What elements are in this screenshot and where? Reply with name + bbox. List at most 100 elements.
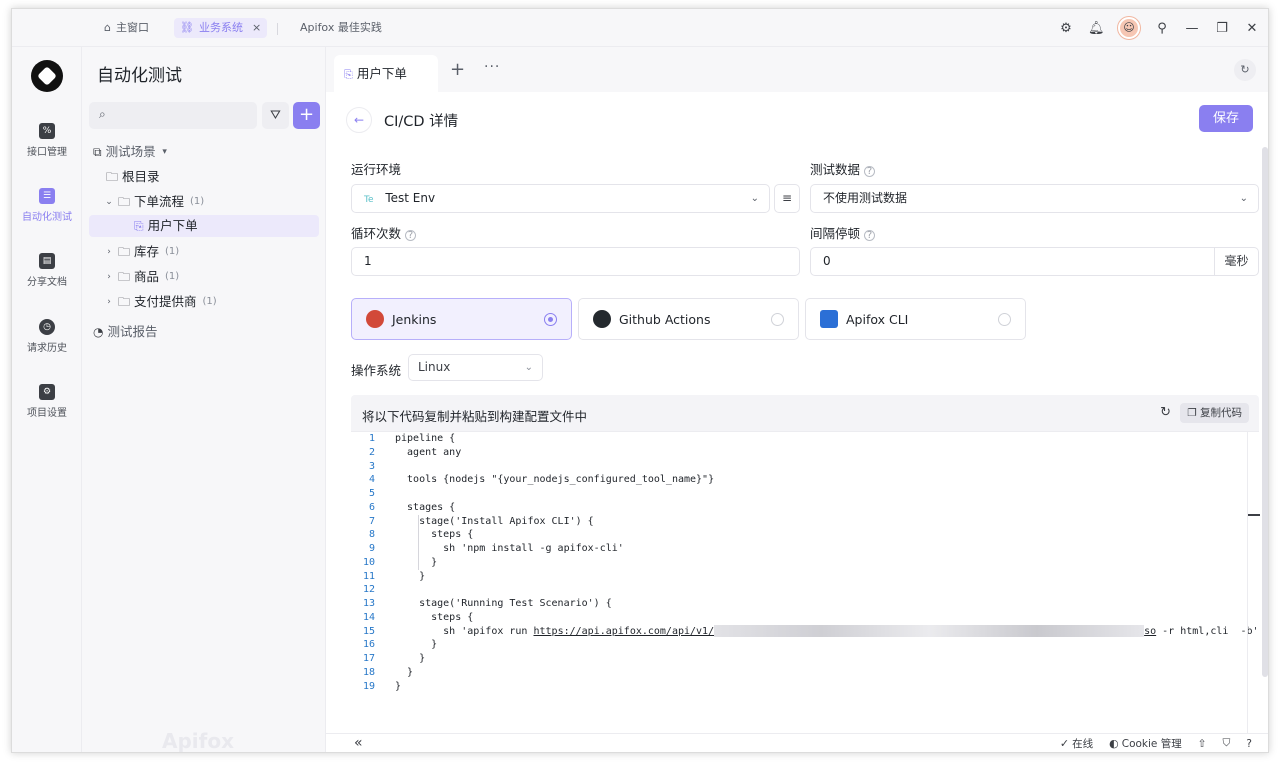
window-controls: ⚙ 🔔︎ ☺ ⚲ — ❐ ✕ (1058, 17, 1260, 39)
interval-label: 间隔停顿? (810, 223, 876, 242)
refresh-icon[interactable]: ↻ (1234, 59, 1256, 81)
window-tab-best-practice[interactable]: Apifox 最佳实践 (294, 18, 388, 38)
save-button[interactable]: 保存 (1199, 105, 1253, 132)
gear-icon[interactable]: ⚙ (1058, 21, 1074, 36)
code-line: 4 tools {nodejs "{your_nodejs_configured… (368, 474, 715, 486)
code-line: 10 } (362, 556, 438, 568)
minimize-icon[interactable]: — (1184, 21, 1200, 36)
main-panel: ⎘ 用户下单 + ··· ↻ ← CI/CD 详情 保存 运行环境 Te Test… (326, 47, 1268, 752)
code-line: 9 sh 'npm install -g apifox-cli' (368, 543, 624, 554)
code-line: 7 stage('Install Apifox CLI') { (368, 515, 594, 527)
redacted-token (714, 624, 1145, 637)
settings-icon: ⚙ (39, 384, 55, 400)
radio-unselected[interactable] (998, 313, 1011, 326)
restore-icon[interactable]: ❐ (1214, 21, 1230, 36)
code-scrollbar[interactable] (1247, 432, 1260, 734)
os-select[interactable]: Linux ⌄ (408, 354, 543, 381)
main-scrollbar[interactable] (1262, 147, 1268, 677)
docs-icon: ▤ (39, 253, 55, 269)
arrow-left-icon: ← (353, 113, 365, 127)
copy-code-button[interactable]: ❐ 复制代码 (1180, 403, 1249, 423)
home-icon: ⌂ (104, 21, 111, 34)
radio-selected[interactable] (544, 313, 557, 326)
terminal-icon (820, 310, 838, 328)
interval-input[interactable]: 0 毫秒 (810, 247, 1259, 276)
tree-node-user-order[interactable]: ⎘ 用户下单 (89, 215, 319, 237)
help-icon[interactable]: ? (1246, 738, 1252, 750)
testdata-label: 测试数据? (810, 159, 876, 178)
search-input[interactable] (117, 106, 247, 124)
scenario-tree-panel: 自动化测试 ⌕ ⛛ + ⧉ 测试场景 ▾ 🗀︎ 根目录 ⌄ 🗀︎ 下单流程 (1… (82, 47, 326, 752)
ci-option-github-actions[interactable]: Github Actions (578, 298, 799, 340)
status-bar: « ✓ 在线 ◐ Cookie 管理 ⇧ ⛉ ? (326, 733, 1268, 752)
chevron-right-icon[interactable]: › (104, 291, 114, 313)
rail-item-automation[interactable]: ☰ 自动化测试 (12, 188, 82, 223)
code-line: 2 agent any (368, 446, 462, 458)
tree-node-goods[interactable]: › 🗀︎ 商品 (1) (104, 266, 179, 288)
caret-down-icon[interactable]: ▾ (160, 141, 170, 163)
more-icon[interactable]: ··· (484, 59, 500, 75)
radio-unselected[interactable] (771, 313, 784, 326)
loop-count-input[interactable]: 1 (351, 247, 800, 276)
tree-node-report[interactable]: ◔ 测试报告 (93, 321, 158, 343)
upload-icon[interactable]: ⇧ (1198, 738, 1207, 750)
window-tab-business[interactable]: ⛓ 业务系统 × (174, 18, 268, 38)
tab-user-order[interactable]: ⎘ 用户下单 (334, 55, 438, 92)
code-editor[interactable]: 1 pipeline { 2 agent any 3 4 tools {nodej… (351, 431, 1260, 734)
help-icon[interactable]: ? (864, 166, 876, 177)
automation-icon: ☰ (39, 188, 55, 204)
env-label: 运行环境 (351, 162, 402, 177)
chevron-right-icon[interactable]: › (104, 266, 114, 288)
testdata-select[interactable]: 不使用测试数据 ⌄ (810, 184, 1259, 213)
env-chip: Te (364, 195, 374, 205)
collapse-sidebar-icon[interactable]: « (354, 735, 363, 751)
pin-icon[interactable]: ⚲ (1154, 21, 1170, 36)
chevron-down-icon: ⌄ (524, 362, 533, 373)
window-tab-main[interactable]: ⌂ 主窗口 (98, 18, 155, 38)
search-icon: ⌕ (99, 107, 106, 121)
rail-item-api[interactable]: % 接口管理 (12, 123, 82, 158)
shirt-icon[interactable]: ⛉ (1223, 737, 1231, 750)
tree-node-stock[interactable]: › 🗀︎ 库存 (1) (104, 241, 179, 263)
tree-root-scenarios[interactable]: ⧉ 测试场景 ▾ (93, 141, 170, 163)
bell-icon[interactable]: 🔔︎ (1088, 21, 1105, 36)
ci-option-apifox-cli[interactable]: Apifox CLI (805, 298, 1026, 340)
rail-item-docs[interactable]: ▤ 分享文档 (12, 253, 82, 288)
code-line: 5 (368, 488, 375, 499)
tree-node-order-flow[interactable]: ⌄ 🗀︎ 下单流程 (1) (104, 191, 204, 213)
page-header: ← CI/CD 详情 (346, 105, 458, 135)
rail-item-history[interactable]: ◷ 请求历史 (12, 319, 82, 354)
cookie-manager[interactable]: ◐ Cookie 管理 (1109, 736, 1182, 751)
scenario-url-link[interactable]: https://api.apifox.com/api/v1/ (533, 626, 714, 637)
filter-button[interactable]: ⛛ (262, 102, 289, 129)
history-icon: ◷ (39, 319, 55, 335)
chevron-down-icon[interactable]: ⌄ (104, 191, 114, 213)
help-icon[interactable]: ? (405, 230, 417, 241)
env-manage-button[interactable]: ≡ (774, 184, 800, 213)
env-select[interactable]: Te Test Env ⌄ (351, 184, 770, 213)
back-button[interactable]: ← (346, 107, 372, 133)
close-tab-icon[interactable]: × (252, 18, 261, 38)
add-button[interactable]: + (293, 102, 320, 129)
tree-node-payment[interactable]: › 🗀︎ 支付提供商 (1) (104, 291, 217, 313)
chevron-right-icon[interactable]: › (104, 241, 114, 263)
help-icon[interactable]: ? (864, 230, 876, 241)
folder-icon: 🗀︎ (118, 195, 131, 209)
avatar[interactable]: ☺ (1118, 17, 1140, 39)
check-circle-icon: ✓ (1059, 737, 1070, 750)
copy-icon: ❐ (1187, 407, 1197, 419)
code-line: 8 steps { (368, 529, 474, 541)
add-tab-icon[interactable]: + (450, 59, 465, 80)
cookie-icon: ◐ (1109, 737, 1119, 750)
ci-option-jenkins[interactable]: Jenkins (351, 298, 572, 340)
online-status[interactable]: ✓ 在线 (1060, 736, 1093, 751)
close-icon[interactable]: ✕ (1244, 21, 1260, 36)
rail-item-settings[interactable]: ⚙ 项目设置 (12, 384, 82, 419)
folder-icon: 🗀︎ (118, 270, 131, 284)
test-case-icon: ⎘ (344, 68, 353, 81)
search-box[interactable]: ⌕ (89, 102, 257, 129)
code-line: 1 pipeline { (368, 433, 456, 444)
folder-icon: 🗀︎ (118, 245, 131, 259)
refresh-icon[interactable]: ↻ (1160, 405, 1171, 420)
tree-node-root[interactable]: 🗀︎ 根目录 (106, 166, 160, 188)
